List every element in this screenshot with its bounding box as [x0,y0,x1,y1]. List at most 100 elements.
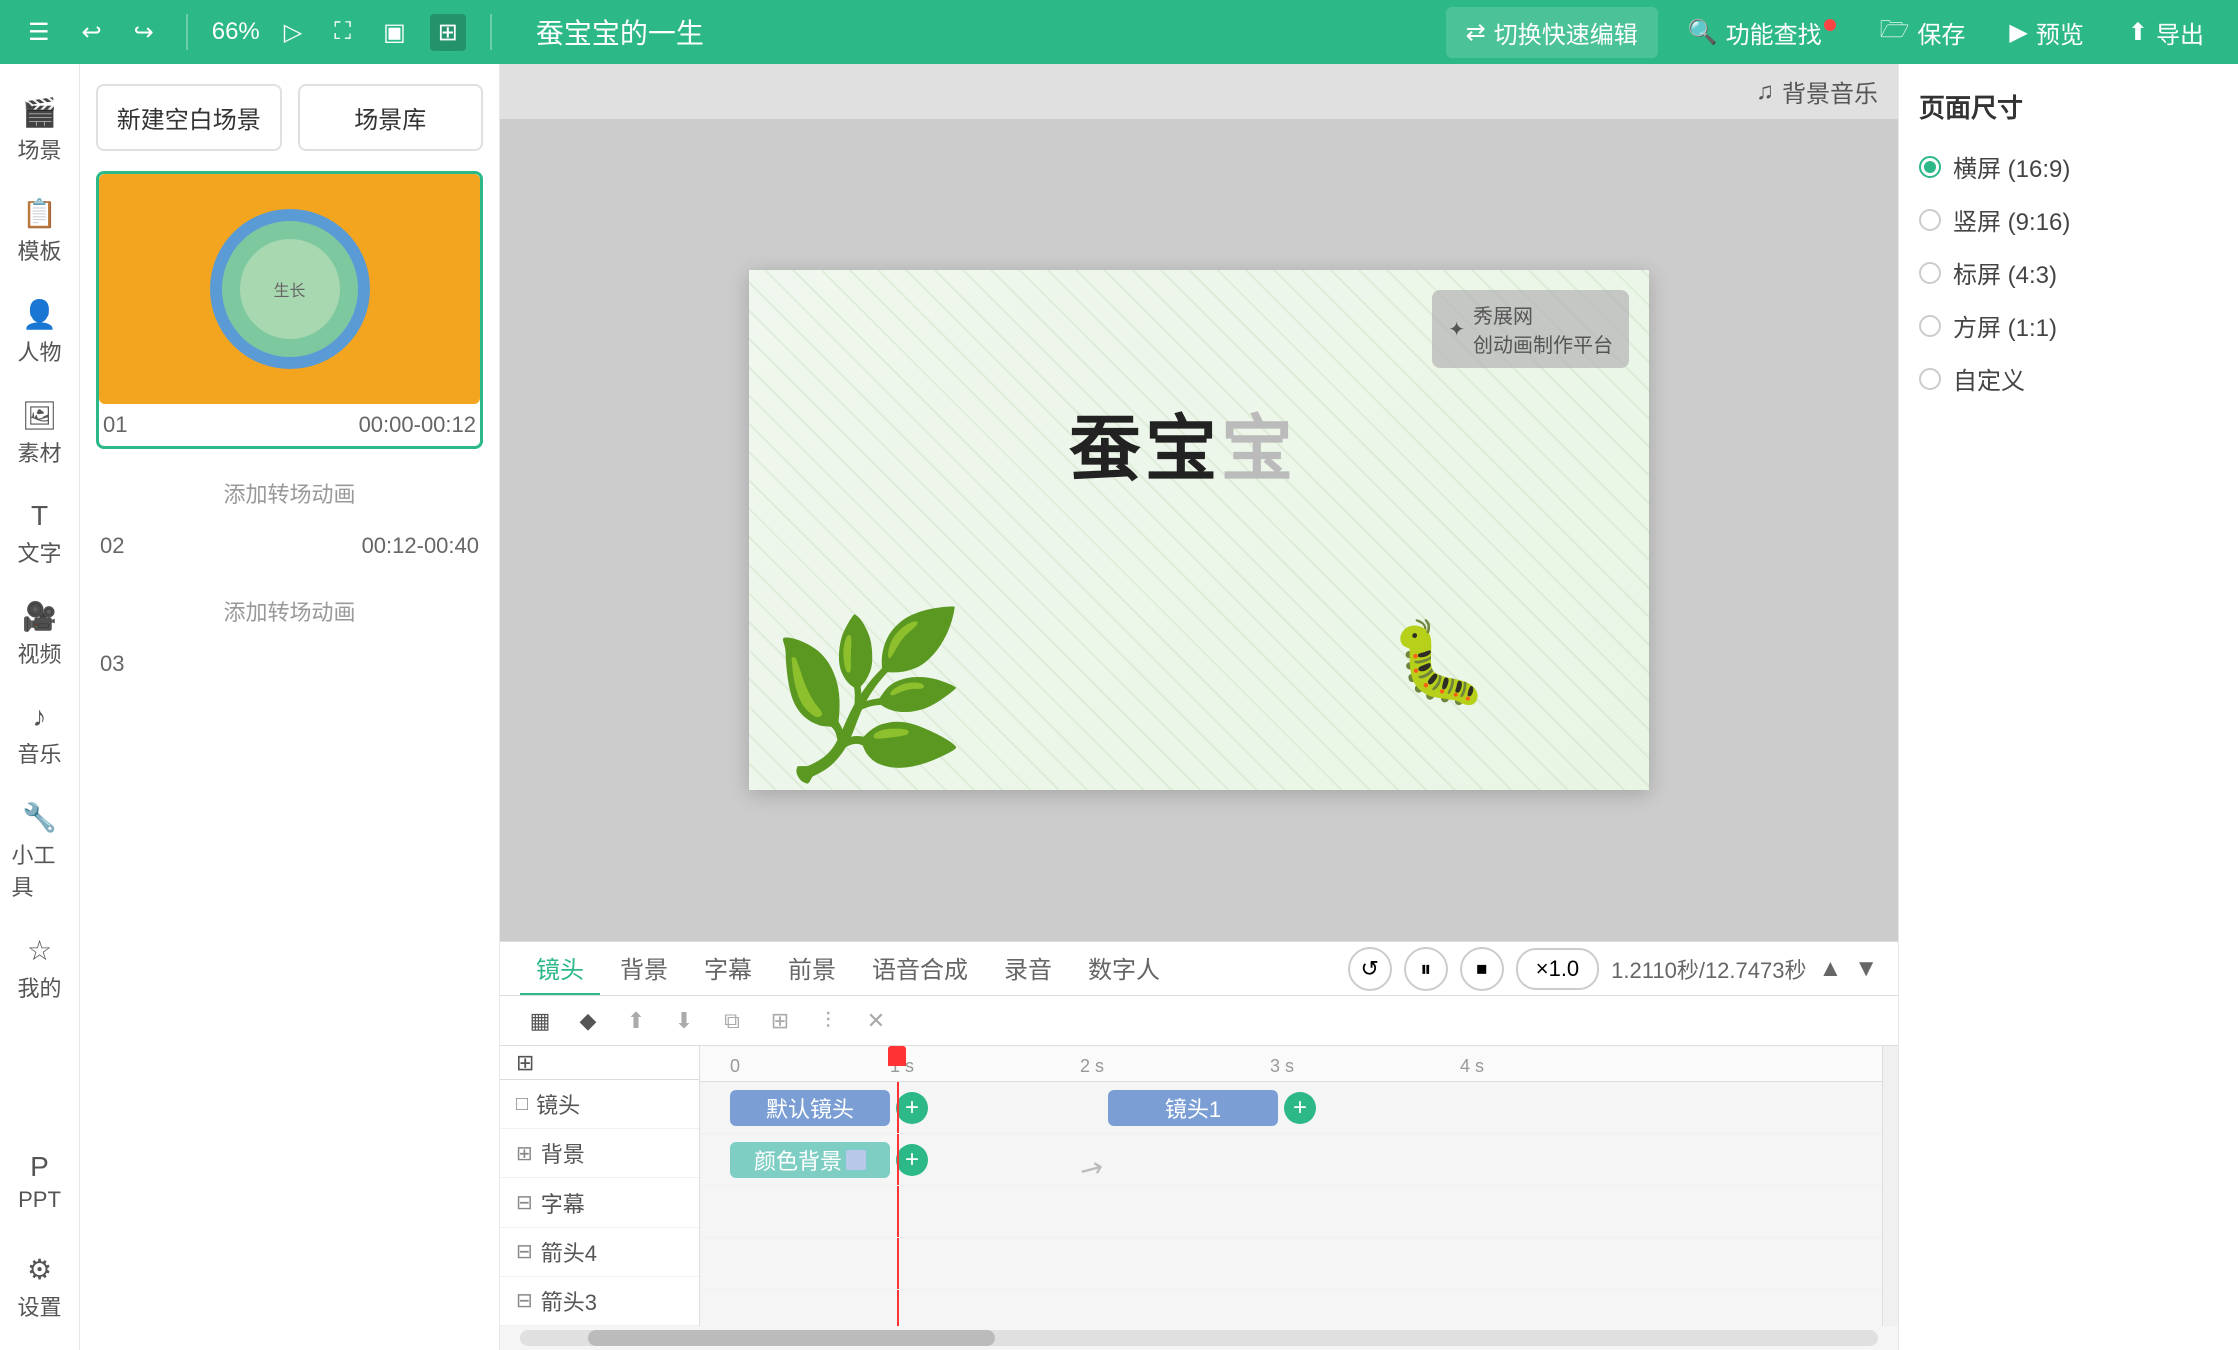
track-background: 颜色背景 + ↗ [700,1134,1882,1186]
scene-time-2: 00:12-00:40 [362,533,479,559]
scene-number-row-1: 01 00:00-00:12 [99,404,480,446]
keyframe-tool-button[interactable]: ◆ [568,1001,608,1041]
sidebar-item-template[interactable]: 📋 模板 [4,185,76,278]
subtitle-track-icon: ⊟ [516,1190,533,1215]
new-scene-button[interactable]: 新建空白场景 [96,84,282,151]
add-bg-block-button[interactable]: + [896,1144,928,1176]
align-tool-button[interactable]: ⫶ [808,1001,848,1041]
label-portrait: 竖屏 (9:16) [1953,202,2070,237]
tab-subtitle[interactable]: 字幕 [688,942,768,995]
scene-item-3[interactable]: 蛾 蛹 出... 03 [96,643,483,685]
watermark-sub: 创动画制作平台 [1473,329,1613,358]
sidebar-item-video[interactable]: 🎥 视频 [4,588,76,681]
feature-search-button[interactable]: 🔍 功能查找 [1674,9,1850,56]
add-lens-block-button[interactable]: + [896,1092,928,1124]
arrow3-track-icon: ⊟ [516,1288,533,1313]
duplicate-tool-button[interactable]: ⧉ [712,1001,752,1041]
option-portrait[interactable]: 竖屏 (9:16) [1919,202,2218,237]
tab-lens[interactable]: 镜头 [520,942,600,995]
topbar: ☰ ↩ ↪ 66% ▷ ⛶ ▣ ⊞ 蚕宝宝的一生 ⇄ 切换快速编辑 🔍 功能查找… [0,0,2238,64]
loop-button[interactable]: ↺ [1348,947,1392,991]
scene-panel: 新建空白场景 场景库 生长 01 00:00-00:12 添加转场动画 [80,64,500,1350]
option-square[interactable]: 方屏 (1:1) [1919,308,2218,343]
right-panel-title: 页面尺寸 [1919,88,2218,125]
timeline-h-scrollbar[interactable] [520,1330,1878,1346]
bg-block-color[interactable]: 颜色背景 [730,1142,890,1178]
search-icon: 🔍 [1688,18,1718,47]
redo-button[interactable]: ↪ [126,14,162,51]
scene-number-3: 03 [100,651,124,677]
bg-music-button[interactable]: ♫ 背景音乐 [1756,74,1878,109]
scene-library-button[interactable]: 场景库 [298,84,484,151]
preview-button[interactable]: ▶ 预览 [1995,9,2097,56]
sidebar-item-material[interactable]: 🖼 素材 [4,387,76,480]
canvas-area: ♫ 背景音乐 ✦ 秀展网 创动画制作平台 🌿 [500,64,1898,1350]
switch-edit-button[interactable]: ⇄ 切换快速编辑 [1446,7,1658,58]
option-standard[interactable]: 标屏 (4:3) [1919,255,2218,290]
save-button[interactable]: 🗁 保存 [1866,6,1980,59]
speed-button[interactable]: ×1.0 [1516,948,1599,990]
option-landscape[interactable]: 横屏 (16:9) [1919,149,2218,184]
sidebar-item-settings[interactable]: ⚙ 设置 [4,1241,76,1334]
add-transition-2[interactable]: 添加转场动画 [80,587,499,643]
slide-caterpillar: 🐛 [1389,616,1489,710]
playhead-line-bg [897,1134,899,1185]
label-landscape: 横屏 (16:9) [1953,149,2070,184]
tab-record[interactable]: 录音 [988,942,1068,995]
sidebar-label-ppt: PPT [18,1187,61,1213]
timeline-collapse-icon[interactable]: ▼ [1854,955,1878,983]
mine-icon: ☆ [27,934,52,967]
stop-button[interactable]: ⏹ [1460,947,1504,991]
frame-icon[interactable]: ⊞ [430,14,466,51]
tab-voice[interactable]: 语音合成 [856,942,984,995]
timeline-h-scrollbar-thumb[interactable] [588,1330,995,1346]
bg-track-label: 背景 [541,1137,585,1169]
timeline-tabs: 镜头 背景 字幕 前景 语音合成 录音 数字人 ↺ ⏸ ⏹ ×1.0 1.211… [500,942,1898,996]
arrow4-track-icon: ⊟ [516,1239,533,1264]
filter-tool-button[interactable]: ▦ [520,1001,560,1041]
label-header-icon: ⊞ [516,1050,534,1076]
option-custom[interactable]: 自定义 [1919,361,2218,396]
export-button[interactable]: ⬆ 导出 [2114,9,2218,56]
delete-tool-button[interactable]: ✕ [856,1001,896,1041]
move-up-tool-button[interactable]: ⬆ [616,1001,656,1041]
sidebar-item-music[interactable]: ♪ 音乐 [4,689,76,781]
sidebar-item-tools[interactable]: 🔧 小工具 [4,789,76,914]
split-tool-button[interactable]: ⊞ [760,1001,800,1041]
timeline-expand-icon[interactable]: ▲ [1818,955,1842,983]
lens-block-1[interactable]: 镜头1 [1108,1090,1278,1126]
lens-block-default[interactable]: 默认镜头 [730,1090,890,1126]
sidebar-item-mine[interactable]: ☆ 我的 [4,922,76,1015]
cursor-hint: ↗ [1073,1148,1110,1188]
sidebar-item-text[interactable]: T 文字 [4,488,76,580]
canvas-slide[interactable]: ✦ 秀展网 创动画制作平台 🌿 蚕宝宝 🐛 [749,270,1649,790]
undo-button[interactable]: ↩ [74,14,110,51]
lens-track-label: 镜头 [536,1088,580,1120]
menu-button[interactable]: ☰ [20,14,58,51]
watermark-icon: ✦ [1448,317,1465,342]
crop-icon[interactable]: ▣ [375,14,414,51]
move-down-tool-button[interactable]: ⬇ [664,1001,704,1041]
ruler-tick-4s: 4 s [1460,1056,1484,1077]
radio-dot-landscape [1924,161,1936,173]
tab-digital-human[interactable]: 数字人 [1072,942,1176,995]
play-icon[interactable]: ▷ [276,14,310,51]
scene-item-1[interactable]: 生长 01 00:00-00:12 [96,171,483,449]
add-lens-block-2-button[interactable]: + [1284,1092,1316,1124]
timeline-label-subtitle: ⊟ 字幕 [500,1178,699,1227]
timeline-right-scrollbar[interactable] [1882,1046,1898,1326]
scene-number-2: 02 [100,533,124,559]
pause-button[interactable]: ⏸ [1404,947,1448,991]
sidebar-item-ppt[interactable]: P PPT [4,1139,76,1225]
timeline-main: ⊞ □ 镜头 ⊞ 背景 ⊟ 字幕 ⊟ [500,1046,1898,1326]
tab-foreground[interactable]: 前景 [772,942,852,995]
bg-music-label: 背景音乐 [1782,74,1878,109]
slide-watermark: ✦ 秀展网 创动画制作平台 [1432,290,1629,368]
scene-number-1: 01 [103,412,127,438]
sidebar-item-character[interactable]: 👤 人物 [4,286,76,379]
add-transition-1[interactable]: 添加转场动画 [80,469,499,525]
tab-background[interactable]: 背景 [604,942,684,995]
sidebar-item-scene[interactable]: 🎬 场景 [4,84,76,177]
scene-item-2[interactable]: 从蚕蛋到吐丝结茧—一来奇异的生命 🐛👶🤖 02 00:12-00:40 [96,525,483,567]
expand-icon[interactable]: ⛶ [326,14,359,50]
